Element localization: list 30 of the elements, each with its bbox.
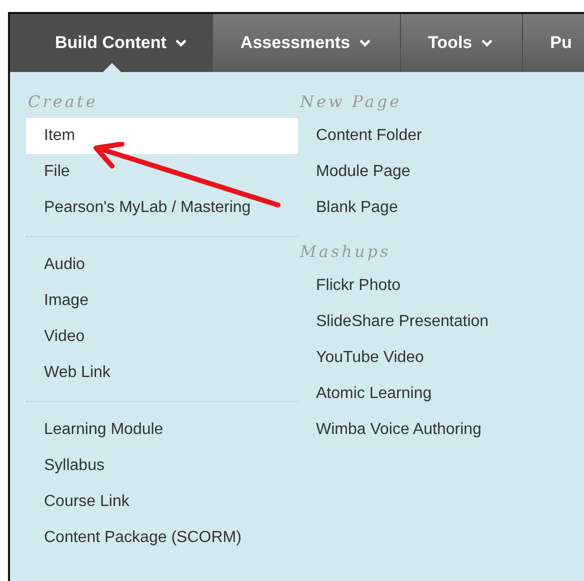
nav-tab[interactable]: Tools	[401, 14, 524, 72]
menu-item[interactable]: Content Folder	[298, 118, 489, 154]
menu-item[interactable]: Module Page	[298, 154, 489, 190]
chevron-down-icon	[359, 39, 372, 47]
menu-item[interactable]: Atomic Learning	[298, 376, 489, 412]
pointer-notch	[103, 63, 122, 72]
section-heading: New Page	[298, 92, 403, 113]
menu-item[interactable]: Video	[26, 319, 298, 355]
menu-item[interactable]: Pearson's MyLab / Mastering	[26, 190, 298, 226]
chevron-down-icon	[175, 39, 188, 47]
menu-item[interactable]: Wimba Voice Authoring	[298, 412, 489, 448]
nav-tab[interactable]: Pu	[523, 14, 584, 72]
menu-item[interactable]: YouTube Video	[298, 340, 489, 376]
section-heading: Mashups	[298, 242, 392, 263]
menu-item[interactable]: Syllabus	[26, 448, 298, 484]
section-heading: Create	[27, 92, 99, 113]
menu-item[interactable]: Web Link	[26, 355, 298, 391]
nav-tab[interactable]: Build Content	[10, 14, 214, 72]
menu-item[interactable]: Audio	[26, 247, 298, 283]
menu-item[interactable]: Course Link	[26, 484, 298, 520]
menu-item[interactable]: Item	[26, 118, 298, 154]
nav-tab[interactable]: Assessments	[213, 14, 402, 72]
menu-item[interactable]: Content Package (SCORM)	[26, 520, 298, 556]
menu-item[interactable]: Blank Page	[298, 190, 489, 226]
chevron-down-icon	[481, 39, 494, 47]
menu-item[interactable]: Learning Module	[26, 412, 298, 448]
menu-item[interactable]: File	[26, 154, 298, 190]
menu-item[interactable]: Flickr Photo	[298, 268, 489, 304]
menu-item[interactable]: Image	[26, 283, 298, 319]
menu-item[interactable]: SlideShare Presentation	[298, 304, 489, 340]
